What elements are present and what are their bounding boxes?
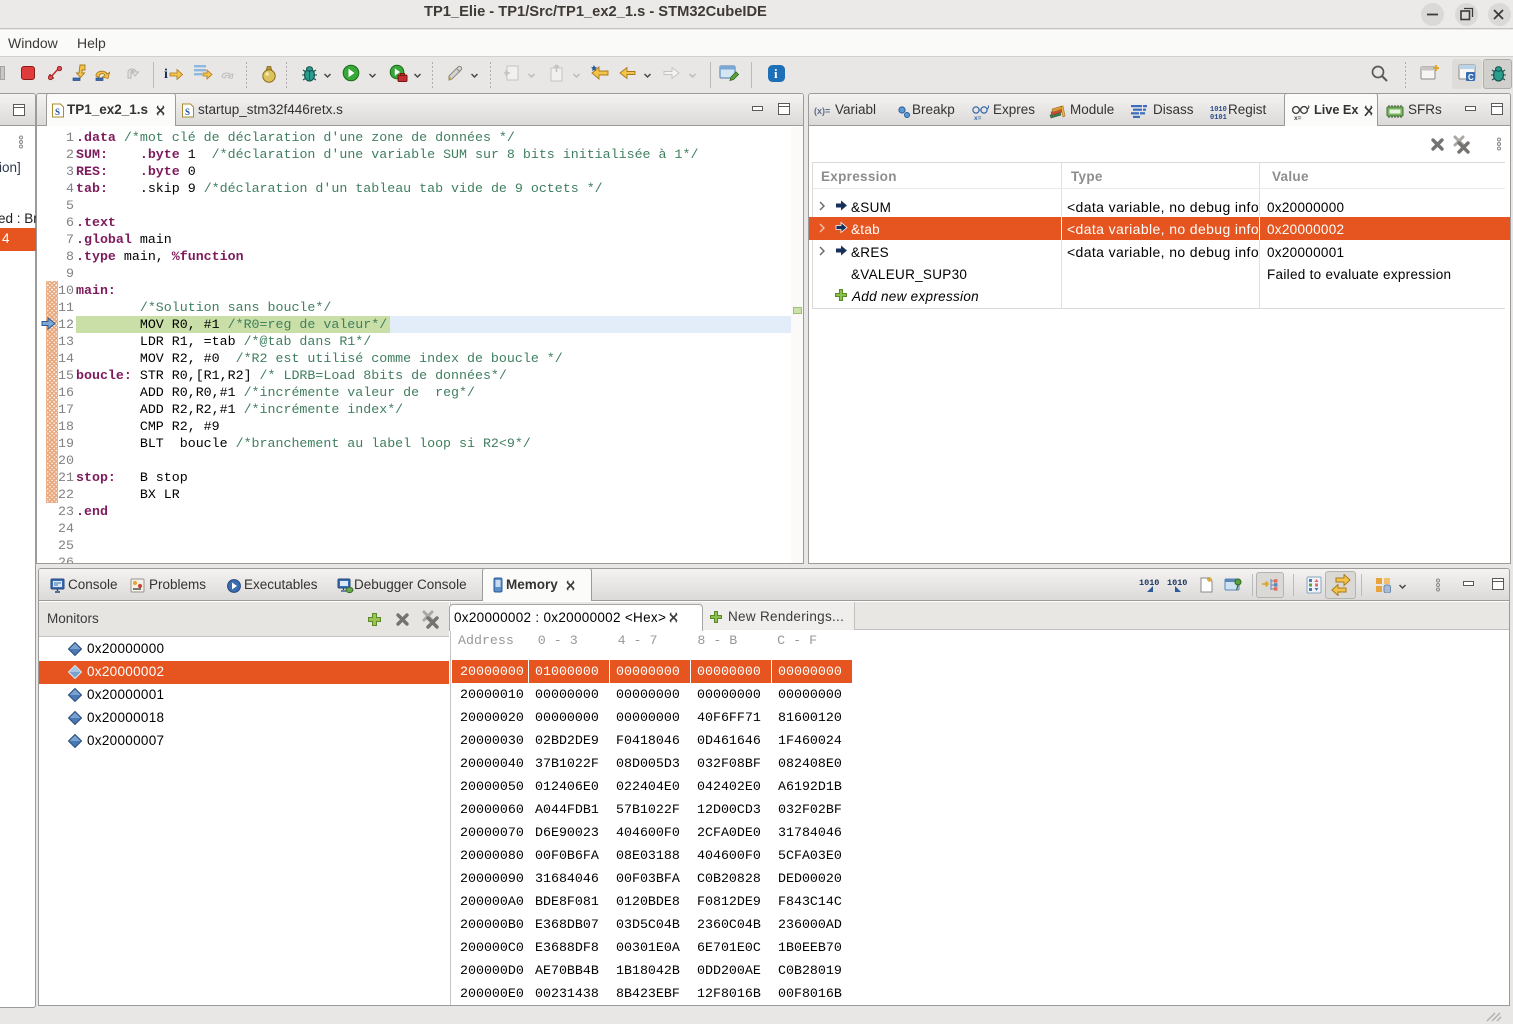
svg-text:S: S (185, 107, 190, 117)
svg-text:0101: 0101 (1210, 114, 1227, 120)
svg-text:1010: 1010 (1210, 106, 1227, 114)
svg-text:1010: 1010 (1139, 578, 1159, 588)
svg-text:1010: 1010 (1167, 578, 1187, 588)
svg-text:i: i (164, 67, 168, 81)
svg-text:x=: x= (974, 115, 982, 121)
svg-text:S: S (55, 107, 60, 117)
svg-text:(x)=: (x)= (814, 106, 830, 116)
svg-text:x=: x= (1294, 115, 1302, 121)
svg-text:i: i (774, 66, 778, 81)
svg-text:C: C (1468, 73, 1474, 82)
